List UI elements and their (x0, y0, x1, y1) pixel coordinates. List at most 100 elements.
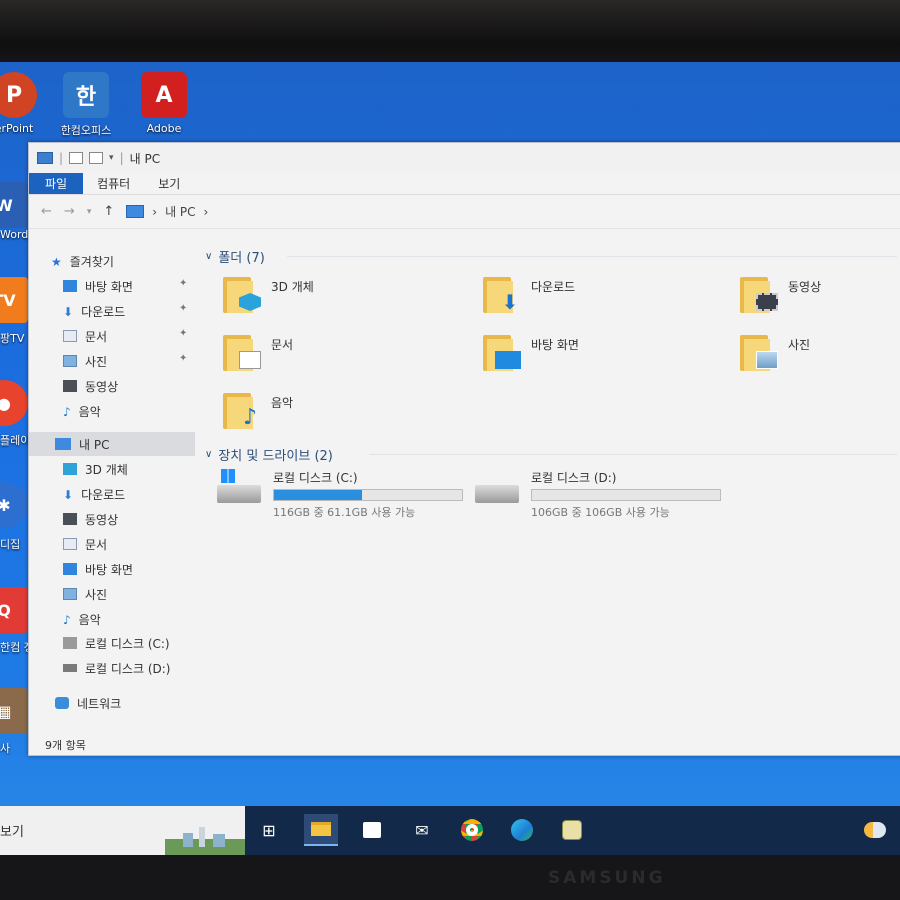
folders-group-header[interactable]: ∨ 폴더 (7) (205, 247, 271, 266)
folder-documents[interactable]: 문서 (223, 333, 293, 371)
weather-icon[interactable] (858, 814, 892, 846)
chrome-icon[interactable] (455, 814, 489, 846)
task-view-icon[interactable]: ⊞ (252, 814, 286, 846)
drive-label: 로컬 디스크 (C:) (273, 471, 358, 485)
desktop-icon-label: 팡TV (0, 332, 25, 345)
nav-item-drive-c[interactable]: 로컬 디스크 (C:) (63, 631, 195, 655)
desktop-icon-powerpoint[interactable]: P erPoint (0, 72, 52, 135)
quick-access-dropdown-icon[interactable]: ▾ (109, 153, 114, 163)
nav-item-drive-d[interactable]: 로컬 디스크 (D:) (63, 656, 195, 680)
window-title: 내 PC (129, 151, 161, 166)
desktop-icon (63, 280, 77, 292)
hancom-info-icon[interactable]: Q (0, 587, 28, 633)
forward-arrow-icon[interactable]: → (64, 204, 75, 219)
nav-item-label: 다운로드 (81, 487, 126, 502)
folder-label: 3D 개체 (271, 280, 314, 294)
download-icon: ⬇ (63, 488, 74, 502)
pictures-folder-icon (740, 333, 778, 371)
pin-icon[interactable]: ✦ (179, 278, 187, 289)
breadcrumb-item[interactable]: 내 PC (165, 203, 195, 220)
nav-item-label: 바탕 화면 (85, 562, 133, 577)
nav-item-label: 바탕 화면 (85, 279, 133, 294)
nav-item-downloads[interactable]: ⬇ 다운로드 (63, 299, 195, 323)
drive-d[interactable]: 로컬 디스크 (D:) 106GB 중 106GB 사용 가능 (475, 469, 721, 520)
drives-group-header[interactable]: ∨ 장치 및 드라이브 (2) (205, 445, 339, 464)
videos-icon (63, 380, 77, 392)
up-arrow-icon[interactable]: ↑ (103, 204, 114, 219)
drive-usage-text: 106GB 중 106GB 사용 가능 (531, 506, 670, 519)
misc-app-icon[interactable]: ▦ (0, 688, 28, 734)
store-icon[interactable] (355, 814, 389, 846)
nav-item-label: 동영상 (85, 512, 119, 527)
word-icon[interactable]: W (0, 182, 28, 228)
folder-label: 다운로드 (531, 280, 576, 294)
folder-videos[interactable]: 동영상 (740, 275, 821, 313)
nav-item-3d-objects[interactable]: 3D 개체 (63, 457, 195, 481)
taskbar-search-box[interactable]: 보기 (0, 806, 245, 855)
folder-label: 음악 (271, 396, 294, 410)
desktop-icon (63, 563, 77, 575)
breadcrumb[interactable]: › 내 PC › (126, 203, 208, 220)
folder-pictures[interactable]: 사진 (740, 333, 810, 371)
folder-label: 사진 (788, 338, 811, 352)
nav-item-desktop[interactable]: 바탕 화면 (63, 557, 195, 581)
search-text: 보기 (0, 825, 24, 840)
pc-icon (37, 152, 53, 164)
game-app-icon[interactable] (555, 814, 589, 846)
nav-item-documents[interactable]: 문서 (63, 532, 195, 556)
folder-downloads[interactable]: ⬇ 다운로드 (483, 275, 575, 313)
nav-item-label: 로컬 디스크 (D:) (85, 661, 171, 676)
pin-icon[interactable]: ✦ (179, 353, 187, 364)
desktop: P erPoint 한 한컴오피스 A Adobe W Word TV 팡TV … (0, 62, 900, 855)
nav-item-label: 다운로드 (81, 304, 126, 319)
nav-item-this-pc[interactable]: 내 PC (29, 432, 195, 456)
nav-item-network[interactable]: 네트워크 (55, 691, 195, 715)
recent-dropdown-icon[interactable]: ▾ (87, 207, 92, 217)
pin-icon[interactable]: ✦ (179, 303, 187, 314)
mail-icon[interactable]: ✉ (405, 814, 439, 846)
desktop-folder-icon (483, 333, 521, 371)
drive-c-icon (217, 469, 263, 503)
nav-item-music[interactable]: ♪ 음악 (63, 399, 195, 423)
folder-3d-objects[interactable]: 3D 개체 (223, 275, 314, 313)
monitor-bezel-bottom: SAMSUNG (0, 855, 900, 900)
edge-icon[interactable] (505, 814, 539, 846)
nav-item-pictures[interactable]: 사진 (63, 582, 195, 606)
nav-item-videos[interactable]: 동영상 (63, 374, 195, 398)
pc-icon (126, 205, 145, 218)
nav-item-label: 네트워크 (77, 696, 122, 711)
nav-item-music[interactable]: ♪ 음악 (63, 607, 195, 631)
desktop-icon-adobe[interactable]: A Adobe (126, 72, 202, 135)
tab-computer[interactable]: 컴퓨터 (83, 173, 144, 194)
new-folder-quick-icon[interactable] (89, 152, 104, 164)
properties-quick-icon[interactable] (69, 152, 84, 164)
nav-item-label: 사진 (85, 354, 108, 369)
drive-c[interactable]: 로컬 디스크 (C:) 116GB 중 61.1GB 사용 가능 (217, 469, 463, 520)
nav-item-label: 내 PC (79, 437, 110, 452)
nav-item-label: 문서 (85, 329, 108, 344)
nav-item-label: 동영상 (85, 379, 119, 394)
nav-item-desktop[interactable]: 바탕 화면 (63, 274, 195, 298)
folder-music[interactable]: ♪ 음악 (223, 391, 293, 429)
drive-d-icon (475, 469, 521, 503)
nav-item-videos[interactable]: 동영상 (63, 507, 195, 531)
address-bar: ← → ▾ ↑ › 내 PC › (29, 195, 900, 229)
tv-app-icon[interactable]: TV (0, 277, 28, 323)
tab-view[interactable]: 보기 (144, 173, 194, 194)
back-arrow-icon[interactable]: ← (41, 204, 52, 219)
nav-item-label: 3D 개체 (85, 462, 128, 477)
chevron-right-icon: › (152, 204, 158, 219)
desktop-icon-hancom-office[interactable]: 한 한컴오피스 (48, 72, 124, 138)
nav-item-downloads[interactable]: ⬇ 다운로드 (63, 482, 195, 506)
nav-item-quick-access[interactable]: ★ 즐겨찾기 (51, 249, 195, 273)
chevron-down-icon: ∨ (205, 251, 213, 262)
player-icon[interactable]: ● (0, 380, 28, 426)
folder-desktop[interactable]: 바탕 화면 (483, 333, 579, 371)
nav-item-pictures[interactable]: 사진 (63, 349, 195, 373)
tab-file[interactable]: 파일 (29, 173, 84, 194)
nav-item-documents[interactable]: 문서 (63, 324, 195, 348)
shortcut-app-icon[interactable]: ✱ (0, 482, 28, 528)
pin-icon[interactable]: ✦ (179, 328, 187, 339)
file-explorer-icon[interactable] (304, 814, 338, 846)
ribbon-tabs: 파일 컴퓨터 보기 (29, 173, 900, 195)
